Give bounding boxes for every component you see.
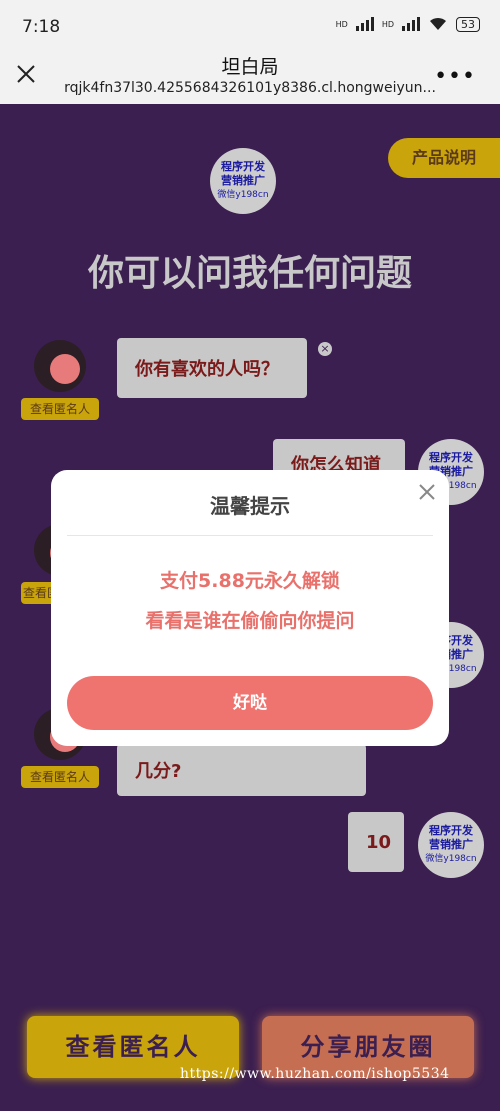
reply-bubble: 10 xyxy=(348,812,404,872)
nav-bar: 坦白局 rqjk4fn37l30.4255684326101y8386.cl.h… xyxy=(0,48,500,104)
status-time: 7:18 xyxy=(22,17,61,37)
question-text: 你有喜欢的人吗？ xyxy=(135,359,279,380)
more-menu-icon[interactable]: ••• xyxy=(434,64,476,89)
promo-badge: 程序开发 营销推广 微信y198cn xyxy=(210,148,276,214)
battery-icon: 53 xyxy=(456,16,480,32)
anon-tag[interactable]: 查看匿名人 xyxy=(21,398,99,420)
signal-icon-2 xyxy=(402,17,420,31)
question-bubble: 你有喜欢的人吗？ xyxy=(117,338,307,398)
close-icon[interactable] xyxy=(14,62,38,86)
badge-line2: 营销推广 xyxy=(221,174,265,187)
status-bar: 7:18 HD HD 53 xyxy=(0,0,500,48)
bubble-close-icon[interactable]: × xyxy=(318,342,332,356)
reply-text: 10 xyxy=(366,831,392,853)
badge-line1: 程序开发 xyxy=(221,160,265,173)
close-icon[interactable] xyxy=(417,482,437,502)
question-text: 几分? xyxy=(135,761,182,782)
badge-line3: 微信y198cn xyxy=(217,190,269,200)
question-bubble: 几分? xyxy=(117,744,366,796)
page-url: rqjk4fn37l30.4255684326101y8386.cl.hongw… xyxy=(64,80,436,96)
page-title: 坦白局 xyxy=(221,56,279,78)
signal-icon xyxy=(355,17,374,31)
payment-modal: 温馨提示 支付5.88元永久解锁 看看是谁在偷偷向你提问 好哒 xyxy=(51,470,449,746)
status-icons: HD HD 53 xyxy=(336,16,480,32)
product-info-button[interactable]: 产品说明 xyxy=(388,138,500,178)
hd-label-2: HD xyxy=(381,19,394,29)
avatar xyxy=(34,340,86,392)
modal-title: 温馨提示 xyxy=(210,494,290,518)
wifi-icon xyxy=(430,17,446,30)
anon-tag[interactable]: 查看匿名人 xyxy=(21,766,99,788)
modal-message-1: 支付5.88元永久解锁 xyxy=(160,570,340,592)
watermark: https://www.huzhan.com/ishop5534 xyxy=(180,1066,450,1082)
promo-badge: 程序开发 营销推广 微信y198cn xyxy=(418,812,484,878)
confirm-button[interactable]: 好哒 xyxy=(67,676,433,730)
hd-label: HD xyxy=(335,19,348,29)
modal-message-2: 看看是谁在偷偷向你提问 xyxy=(145,610,355,632)
modal-divider xyxy=(67,535,433,536)
headline: 你可以问我任何问题 xyxy=(87,253,412,294)
